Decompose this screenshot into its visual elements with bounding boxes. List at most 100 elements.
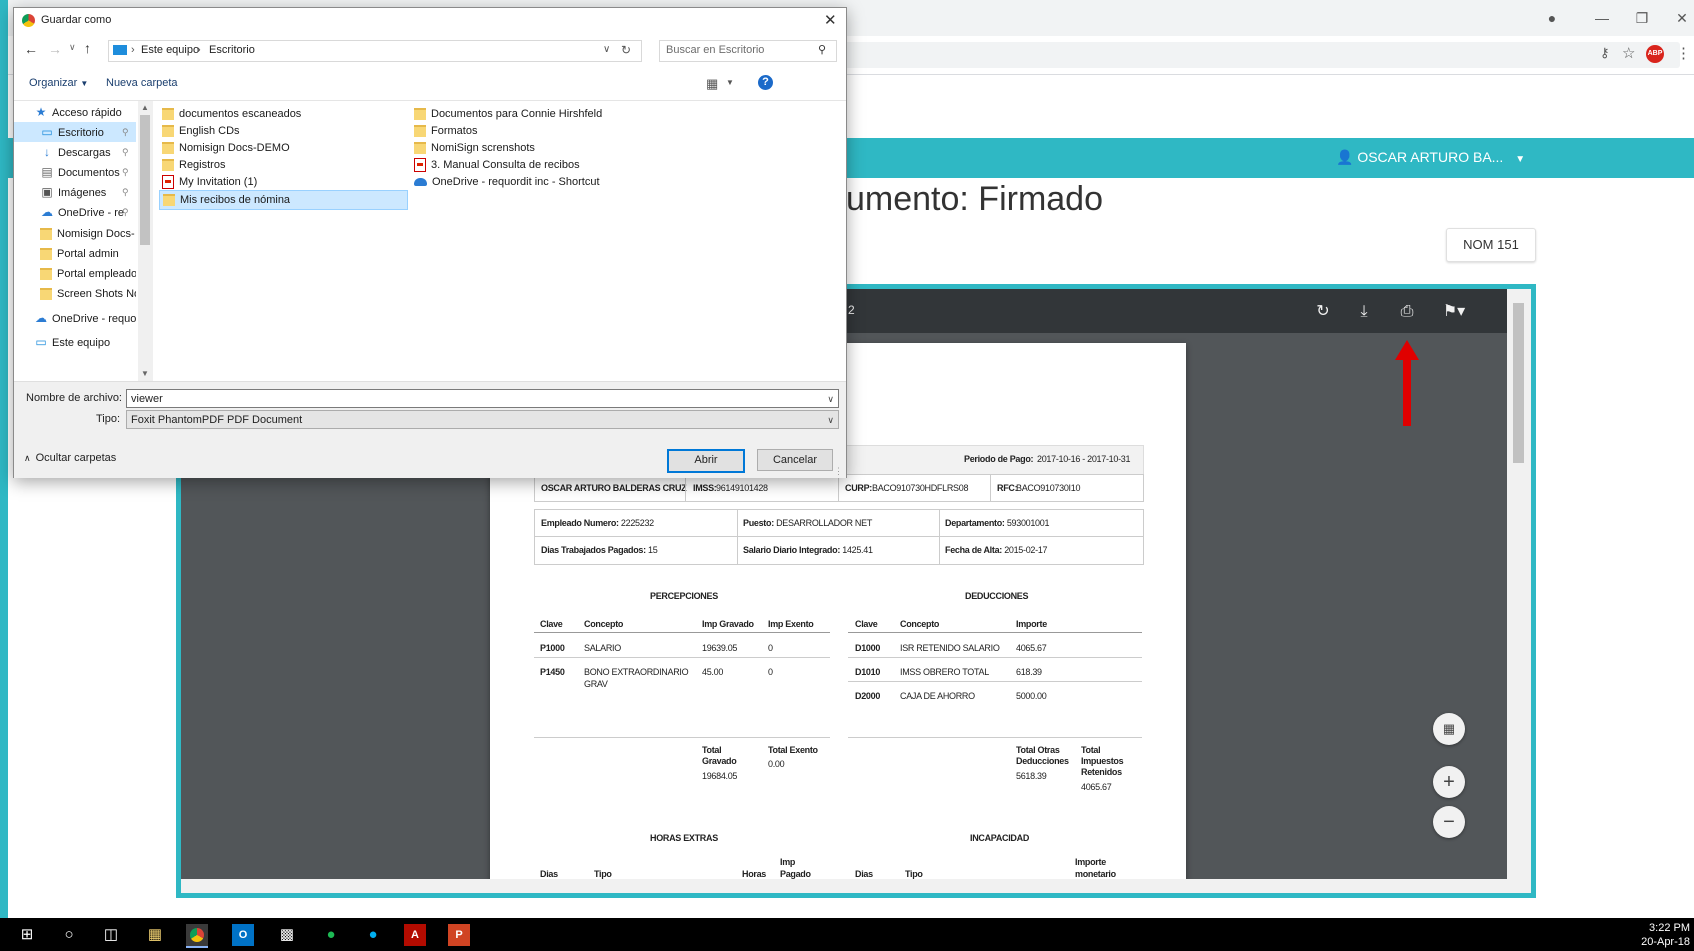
folder-item[interactable]: NomiSign screnshots — [411, 139, 535, 157]
nav-item-11[interactable]: ☁ OneDrive - requor — [14, 308, 136, 328]
folder-item[interactable]: Documentos para Connie Hirshfeld — [411, 105, 602, 123]
pin-icon[interactable]: ⚲ — [122, 122, 129, 142]
perc-row2-concepto-cont: GRAV — [584, 679, 608, 689]
view-options-icon[interactable]: ▦ — [706, 76, 718, 92]
nav-item-9[interactable]: Portal empleado — [14, 264, 136, 284]
back-arrow-icon[interactable]: ← — [24, 41, 38, 57]
nav-item-8[interactable]: Portal admin — [14, 244, 136, 264]
restore-icon[interactable]: ❐ — [1632, 8, 1652, 28]
horas-header-horas: Horas — [742, 869, 767, 879]
ded-row1-clave: D1000 — [855, 643, 881, 653]
folder-item[interactable]: Nomisign Docs-DEMO — [159, 139, 290, 157]
windows-start-icon[interactable]: ⊞ — [16, 924, 38, 946]
nav-item-1[interactable]: ★ Acceso rápido — [14, 102, 136, 122]
horas-extras-title: HORAS EXTRAS — [650, 833, 718, 843]
file-explorer-icon[interactable]: ▦ — [144, 924, 166, 946]
rotate-icon[interactable]: ↻ — [1312, 301, 1334, 323]
onedrive-icon: ☁ — [35, 311, 47, 325]
path-segment-computer[interactable]: Este equipo — [141, 44, 199, 56]
path-segment-desktop[interactable]: Escritorio — [209, 44, 255, 56]
nav-item-6[interactable]: ☁ OneDrive - re ⚲ — [14, 202, 136, 222]
scrollbar-thumb[interactable] — [1513, 303, 1524, 463]
minimize-icon[interactable]: — — [1592, 8, 1612, 28]
pin-icon[interactable]: ⚲ — [122, 182, 129, 202]
download-arrow-icon: ↓ — [44, 145, 50, 159]
folder-item[interactable]: documentos escaneados — [159, 105, 301, 123]
nav-item-3[interactable]: ↓ Descargas ⚲ — [14, 142, 136, 162]
view-dropdown-icon[interactable]: ▼ — [726, 78, 734, 87]
user-menu[interactable]: 👤 OSCAR ARTURO BA... ▼ — [1336, 149, 1525, 166]
outlook-icon[interactable]: O — [232, 924, 254, 946]
acrobat-icon[interactable]: A — [404, 924, 426, 946]
recent-dropdown-icon[interactable]: ∨ — [69, 42, 76, 53]
nav-scrollbar[interactable]: ▲ ▼ — [138, 101, 152, 381]
forward-arrow-icon[interactable]: → — [48, 41, 62, 57]
scrollbar-thumb[interactable] — [140, 115, 150, 245]
filename-input[interactable]: viewer ∨ — [126, 389, 839, 408]
pin-icon[interactable]: ⚲ — [122, 142, 129, 162]
pin-icon[interactable]: ⚲ — [122, 202, 129, 222]
chrome-taskbar-icon[interactable] — [186, 924, 208, 948]
pdf-horizontal-scrollbar[interactable] — [181, 879, 1507, 893]
open-button[interactable]: Abrir — [667, 449, 745, 473]
folder-item[interactable]: English CDs — [159, 122, 240, 140]
search-input[interactable]: Buscar en Escritorio ⚲ — [659, 40, 837, 62]
close-window-icon[interactable]: ✕ — [1672, 8, 1692, 28]
nav-item-5[interactable]: ▣ Imágenes ⚲ — [14, 182, 136, 202]
pdf-vertical-scrollbar[interactable] — [1507, 289, 1531, 893]
nav-item-12[interactable]: ▭ Este equipo — [14, 332, 136, 352]
file-item[interactable]: OneDrive - requordit inc - Shortcut — [411, 173, 600, 191]
menu-kebab-icon[interactable]: ⋮ — [1676, 44, 1691, 62]
resize-grip-icon[interactable]: ⋮ — [834, 466, 843, 477]
ded-row2-clave: D1010 — [855, 667, 881, 677]
hide-folders-toggle[interactable]: ∧ Ocultar carpetas — [24, 452, 116, 464]
pin-icon[interactable]: ⚲ — [122, 162, 129, 182]
folder-item[interactable]: Formatos — [411, 122, 477, 140]
zoom-in-icon[interactable]: + — [1433, 766, 1465, 798]
cancel-button[interactable]: Cancelar — [757, 449, 833, 471]
key-icon[interactable]: ⚷ — [1600, 45, 1610, 61]
dialog-close-icon[interactable]: ✕ — [824, 11, 837, 29]
sticky-notes-icon[interactable]: ▩ — [276, 924, 298, 946]
type-select[interactable]: Foxit PhantomPDF PDF Document ∨ — [126, 410, 839, 429]
nav-item-10[interactable]: Screen Shots No — [14, 284, 136, 304]
spotify-icon[interactable]: ● — [320, 924, 342, 946]
adblock-icon[interactable]: ABP — [1646, 45, 1664, 63]
new-folder-button[interactable]: Nueva carpeta — [106, 77, 178, 89]
system-clock[interactable]: 3:22 PM 20-Apr-18 — [1620, 921, 1690, 949]
bookmark-menu-icon[interactable]: ⚑▾ — [1437, 301, 1471, 323]
skype-icon[interactable]: ● — [362, 924, 384, 946]
organize-menu[interactable]: Organizar ▼ — [29, 77, 88, 89]
path-dropdown-icon[interactable]: ∨ — [603, 44, 610, 55]
ded-header-concepto: Concepto — [900, 619, 940, 629]
search-icon[interactable]: ⚲ — [818, 43, 826, 56]
file-item[interactable]: 3. Manual Consulta de recibos — [411, 156, 580, 174]
folder-item[interactable]: Mis recibos de nómina — [159, 190, 408, 210]
file-item[interactable]: My Invitation (1) — [159, 173, 257, 191]
nav-item-2[interactable]: ▭ Escritorio ⚲ — [14, 122, 136, 142]
help-icon[interactable]: ? — [758, 75, 773, 90]
up-arrow-icon[interactable]: ↑ — [84, 40, 91, 56]
cortana-search-icon[interactable]: ○ — [58, 924, 80, 946]
nav-item-4[interactable]: ▤ Documentos ⚲ — [14, 162, 136, 182]
powerpoint-icon[interactable]: P — [448, 924, 470, 946]
scroll-up-icon[interactable]: ▲ — [141, 103, 149, 112]
nom-badge[interactable]: NOM 151 — [1446, 228, 1536, 262]
folder-item[interactable]: Registros — [159, 156, 225, 174]
omnibox[interactable] — [844, 42, 1680, 68]
refresh-icon[interactable]: ↻ — [621, 43, 631, 57]
print-icon[interactable]: ⎙ — [1396, 301, 1418, 323]
type-dropdown-icon[interactable]: ∨ — [827, 411, 834, 430]
zoom-out-icon[interactable]: − — [1433, 806, 1465, 838]
task-view-icon[interactable]: ◫ — [100, 924, 122, 946]
star-bookmark-icon[interactable]: ☆ — [1622, 44, 1635, 62]
profile-icon[interactable]: ● — [1542, 8, 1562, 28]
path-bar[interactable]: › Este equipo › Escritorio ∨ ↻ — [108, 40, 642, 62]
nav-item-7[interactable]: Nomisign Docs- — [14, 224, 136, 244]
folder-icon — [163, 194, 175, 207]
filename-dropdown-icon[interactable]: ∨ — [827, 390, 834, 409]
periodo-label: Periodo de Pago: — [964, 454, 1034, 464]
scroll-down-icon[interactable]: ▼ — [141, 369, 149, 378]
download-icon[interactable]: ⤓ — [1353, 301, 1375, 323]
fit-page-icon[interactable]: ▦ — [1433, 713, 1465, 745]
